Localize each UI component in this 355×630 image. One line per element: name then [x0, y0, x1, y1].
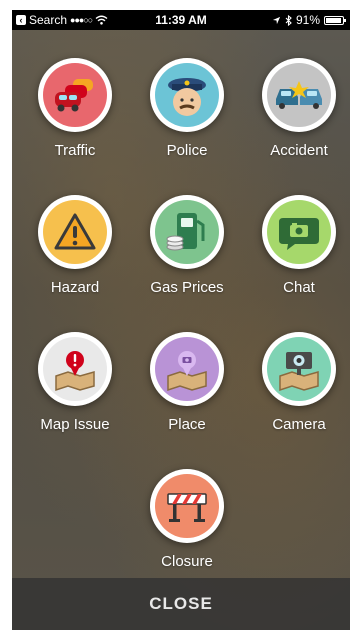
report-hazard[interactable]: Hazard	[20, 195, 130, 296]
report-label: Camera	[272, 416, 326, 433]
report-label: Accident	[270, 142, 328, 159]
closure-icon	[167, 493, 207, 522]
battery-icon	[324, 15, 346, 25]
report-label: Police	[166, 142, 208, 159]
report-label: Chat	[283, 279, 315, 296]
report-place[interactable]: Place	[132, 332, 242, 433]
bluetooth-icon	[285, 14, 292, 26]
report-menu-screen: ‹ Search ●●●○○ 11:39 AM 91% Traffic Poli…	[12, 10, 350, 630]
report-police-button[interactable]	[150, 58, 224, 132]
status-bar: ‹ Search ●●●○○ 11:39 AM 91%	[12, 10, 350, 30]
accident-icon	[276, 81, 322, 109]
report-accident-button[interactable]	[262, 58, 336, 132]
camera-icon	[279, 352, 319, 392]
report-map-issue[interactable]: Map Issue	[20, 332, 130, 433]
close-label: CLOSE	[149, 594, 213, 613]
report-label: Map Issue	[40, 416, 110, 433]
report-hazard-button[interactable]	[38, 195, 112, 269]
traffic-icon	[55, 79, 93, 112]
gas-pump-icon	[166, 213, 205, 251]
report-chat-button[interactable]	[262, 195, 336, 269]
report-label: Traffic	[54, 142, 96, 159]
report-camera-button[interactable]	[262, 332, 336, 406]
report-traffic[interactable]: Traffic	[20, 58, 130, 159]
report-camera[interactable]: Camera	[244, 332, 350, 433]
report-label: Hazard	[50, 279, 100, 296]
close-button[interactable]: CLOSE	[12, 578, 350, 630]
report-closure-button[interactable]	[150, 469, 224, 543]
place-icon	[167, 351, 207, 392]
chat-icon	[279, 218, 319, 250]
map-issue-icon	[55, 351, 95, 392]
report-police[interactable]: Police	[132, 58, 242, 159]
report-label: Gas Prices	[150, 279, 224, 296]
report-label: Place	[168, 416, 206, 433]
report-gas-prices-button[interactable]	[150, 195, 224, 269]
report-chat[interactable]: Chat	[244, 195, 350, 296]
report-gas-prices[interactable]: Gas Prices	[132, 195, 242, 296]
report-accident[interactable]: Accident	[244, 58, 350, 159]
hazard-icon	[54, 213, 96, 250]
report-place-button[interactable]	[150, 332, 224, 406]
battery-percent: 91%	[295, 13, 320, 27]
report-label: Closure	[161, 553, 213, 570]
report-map-issue-button[interactable]	[38, 332, 112, 406]
location-arrow-icon	[272, 16, 281, 24]
report-traffic-button[interactable]	[38, 58, 112, 132]
report-closure[interactable]: Closure	[132, 469, 242, 570]
police-icon	[168, 78, 206, 116]
